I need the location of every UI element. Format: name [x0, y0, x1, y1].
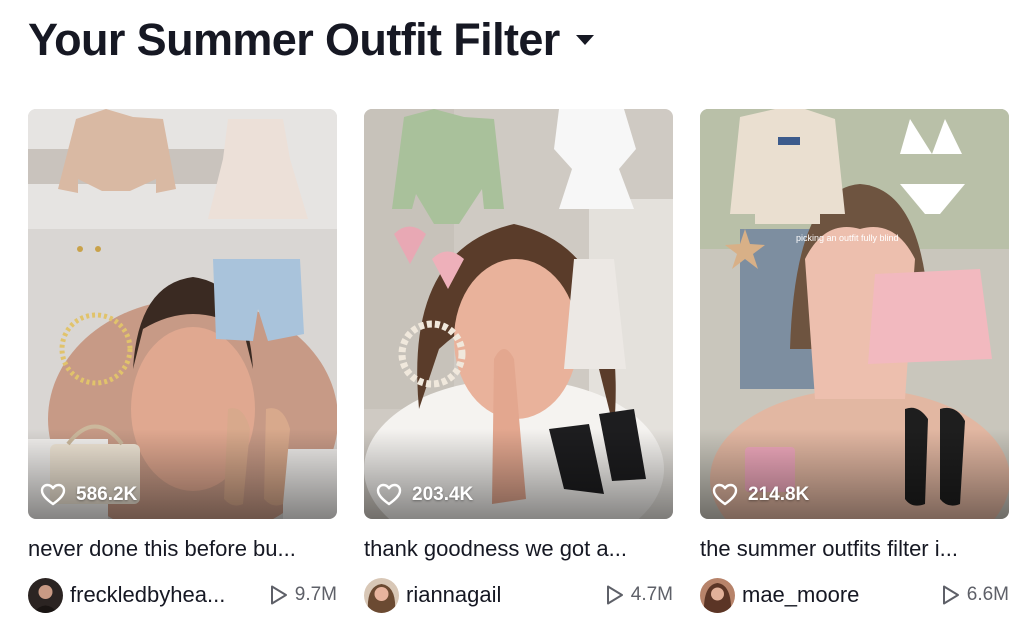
play-icon [269, 584, 289, 606]
likes-value: 586.2K [76, 483, 138, 505]
video-meta: freckledbyhea... 9.7M [28, 577, 337, 613]
video-meta: riannagail 4.7M [364, 577, 673, 613]
avatar[interactable] [28, 577, 63, 613]
author-username[interactable]: mae_moore [742, 582, 859, 608]
play-count: 6.6M [941, 584, 1009, 606]
video-card[interactable]: 203.4K thank goodness we got a... rianna… [364, 109, 673, 613]
heart-icon [40, 483, 66, 506]
video-card[interactable]: picking an outfit fully blind 214.8K the… [700, 109, 1009, 613]
overlay-text: picking an outfit fully blind [796, 233, 899, 243]
caret-down-icon[interactable] [574, 33, 596, 47]
author-username[interactable]: riannagail [406, 582, 501, 608]
page: Your Summer Outfit Filter 586.2K never d… [0, 0, 1027, 617]
video-thumbnail[interactable]: 203.4K [364, 109, 673, 519]
video-thumbnail[interactable]: picking an outfit fully blind 214.8K [700, 109, 1009, 519]
play-icon [605, 584, 625, 606]
author-username[interactable]: freckledbyhea... [70, 582, 225, 608]
play-count-value: 6.6M [966, 584, 1009, 605]
likes-count: 586.2K [40, 483, 137, 506]
author[interactable]: mae_moore [700, 577, 859, 613]
author[interactable]: freckledbyhea... [28, 577, 225, 613]
likes-value: 203.4K [412, 483, 474, 505]
play-count: 9.7M [269, 584, 337, 606]
avatar[interactable] [700, 577, 735, 613]
heart-icon [376, 483, 402, 506]
page-title: Your Summer Outfit Filter [28, 14, 560, 65]
play-icon [941, 584, 961, 606]
video-caption[interactable]: never done this before bu... [28, 535, 337, 563]
video-thumbnail[interactable]: 586.2K [28, 109, 337, 519]
heart-icon [712, 483, 738, 506]
video-caption[interactable]: the summer outfits filter i... [700, 535, 1009, 563]
page-header[interactable]: Your Summer Outfit Filter [28, 14, 596, 66]
video-meta: mae_moore 6.6M [700, 577, 1009, 613]
play-count-value: 4.7M [630, 584, 673, 605]
video-grid: 586.2K never done this before bu... frec… [28, 109, 1009, 613]
video-card[interactable]: 586.2K never done this before bu... frec… [28, 109, 337, 613]
likes-count: 214.8K [712, 483, 809, 506]
play-count: 4.7M [605, 584, 673, 606]
likes-value: 214.8K [748, 483, 810, 505]
play-count-value: 9.7M [294, 584, 337, 605]
avatar[interactable] [364, 577, 399, 613]
author[interactable]: riannagail [364, 577, 501, 613]
video-caption[interactable]: thank goodness we got a... [364, 535, 673, 563]
likes-count: 203.4K [376, 483, 473, 506]
